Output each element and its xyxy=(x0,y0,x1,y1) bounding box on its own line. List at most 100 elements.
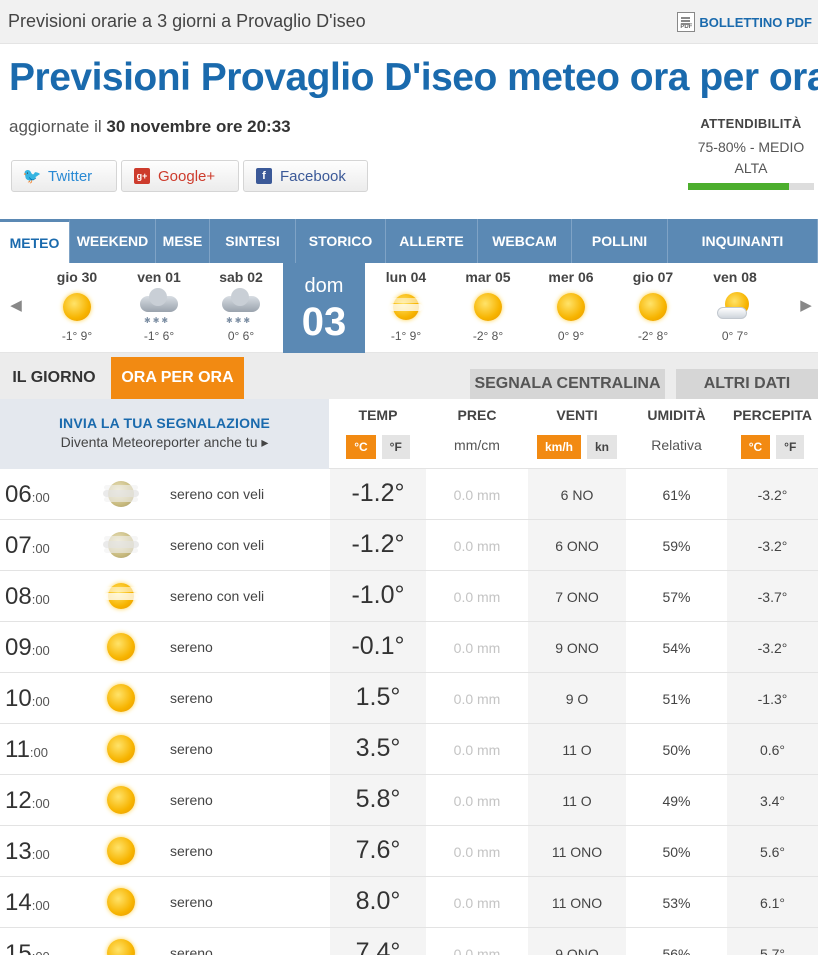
facebook-label: Facebook xyxy=(280,167,346,185)
humidity-column-header: UMIDITÀ Relativa xyxy=(627,399,726,469)
veiled-sun-icon xyxy=(389,294,423,320)
sun-icon xyxy=(107,786,135,814)
pdf-icon: PDF xyxy=(677,12,696,32)
facebook-share-button[interactable]: f Facebook xyxy=(243,160,368,192)
day-temps: 0° 6° xyxy=(227,329,255,343)
reliability-bar-fill xyxy=(688,183,789,190)
day-label: ven 01 xyxy=(137,269,181,285)
google-plus-label: Google+ xyxy=(158,167,216,185)
hour-minutes: :00 xyxy=(31,898,50,913)
condition-text: sereno xyxy=(170,639,213,655)
day-item[interactable]: gio 07 -2° 8° xyxy=(612,263,694,353)
tab-mese[interactable]: MESE xyxy=(156,219,210,263)
wind-value: 11 ONO xyxy=(551,895,603,911)
prev-days-arrow[interactable]: ◀ xyxy=(6,296,26,314)
hour-value: 14 xyxy=(5,889,32,916)
precipitation-value: 0.0 mm xyxy=(453,946,501,955)
precipitation-value: 0.0 mm xyxy=(453,487,501,503)
day-item[interactable]: mar 05 -2° 8° xyxy=(447,263,529,353)
temperature-value: -1.0° xyxy=(351,581,405,609)
facebook-icon: f xyxy=(256,168,272,184)
update-info: aggiornate il 30 novembre ore 20:33 xyxy=(9,117,291,137)
day-temps: -2° 8° xyxy=(637,329,669,343)
tab-sintesi[interactable]: SINTESI xyxy=(210,219,296,263)
day-label: mar 05 xyxy=(465,269,511,285)
temperature-value: 7.4° xyxy=(355,938,401,955)
more-data-button[interactable]: ALTRI DATI xyxy=(676,369,818,399)
day-temps: 0° 9° xyxy=(557,329,585,343)
perceived-unit-fahrenheit[interactable]: °F xyxy=(776,435,805,459)
tab-inquinanti[interactable]: INQUINANTI xyxy=(668,219,818,263)
hour-value: 08 xyxy=(5,583,32,610)
condition-text: sereno xyxy=(170,945,213,955)
wind-unit-knots[interactable]: kn xyxy=(587,435,618,459)
send-report-title: INVIA LA TUA SEGNALAZIONE xyxy=(58,415,271,431)
hour-minutes: :00 xyxy=(32,949,50,955)
google-plus-icon: g+ xyxy=(134,168,150,184)
wind-value: 9 O xyxy=(565,691,589,707)
wind-value: 6 ONO xyxy=(555,538,599,554)
day-label: gio 07 xyxy=(632,269,674,285)
next-days-arrow[interactable]: ▶ xyxy=(796,296,816,314)
report-station-button[interactable]: SEGNALA CENTRALINA xyxy=(470,369,665,399)
hour-value: 06 xyxy=(5,481,32,508)
tab-storico[interactable]: STORICO xyxy=(296,219,386,263)
reliability-panel: ATTENDIBILITÀ 75-80% - MEDIO ALTA xyxy=(688,116,814,190)
tab-meteo[interactable]: METEO xyxy=(0,219,70,263)
tab-weekend[interactable]: WEEKEND xyxy=(70,219,156,263)
twitter-share-button[interactable]: 🐦 Twitter xyxy=(11,160,117,192)
sun-icon xyxy=(107,888,135,916)
prec-column-unit: mm/cm xyxy=(454,437,500,453)
veiled-sun-icon xyxy=(104,583,138,609)
hour-value: 10 xyxy=(5,685,32,712)
hour-cell: 11:00 xyxy=(5,736,48,764)
top-bar: Previsioni orarie a 3 giorni a Provaglio… xyxy=(0,0,818,44)
sun-icon xyxy=(557,293,585,321)
condition-text: sereno xyxy=(170,792,213,808)
reliability-value: 75-80% - MEDIO ALTA xyxy=(688,137,814,179)
day-item[interactable]: mer 06 0° 9° xyxy=(530,263,612,353)
hour-minutes: :00 xyxy=(31,592,50,607)
hour-value: 13 xyxy=(5,838,32,865)
hour-value: 09 xyxy=(5,634,32,661)
humidity-value: 54% xyxy=(662,640,691,656)
wind-value: 9 ONO xyxy=(555,946,599,955)
day-item[interactable]: lun 04 -1° 9° xyxy=(365,263,447,353)
condition-text: sereno con veli xyxy=(170,486,265,502)
google-plus-share-button[interactable]: g+ Google+ xyxy=(121,160,239,192)
tab-allerte[interactable]: ALLERTE xyxy=(386,219,478,263)
hour-cell: 14:00 xyxy=(5,889,50,917)
condition-text: sereno xyxy=(170,690,213,706)
day-item[interactable]: ven 01 ✱✱✱ -1° 6° xyxy=(118,263,200,353)
day-label: lun 04 xyxy=(385,269,427,285)
temp-column-header: TEMP °C °F xyxy=(330,399,426,469)
perceived-temp-value: 3.4° xyxy=(759,793,786,809)
precipitation-value: 0.0 mm xyxy=(453,793,501,809)
table-row: 14:00 sereno 8.0° 0.0 mm 11 ONO 53% 6.1° xyxy=(0,877,818,928)
perceived-temp-value: -3.7° xyxy=(757,589,788,605)
update-prefix: aggiornate il xyxy=(9,117,102,136)
wind-unit-kmh[interactable]: km/h xyxy=(536,435,581,459)
tab-hourly[interactable]: ORA PER ORA xyxy=(111,357,244,399)
tab-day[interactable]: IL GIORNO xyxy=(0,357,108,399)
reliability-title: ATTENDIBILITÀ xyxy=(700,116,802,131)
temp-unit-fahrenheit[interactable]: °F xyxy=(381,435,410,459)
humidity-value: 53% xyxy=(662,895,691,911)
perceived-temp-value: -3.2° xyxy=(757,538,788,554)
precipitation-value: 0.0 mm xyxy=(453,640,501,656)
temp-unit-celsius[interactable]: °C xyxy=(346,435,376,459)
hour-cell: 08:00 xyxy=(5,583,50,611)
perceived-unit-celsius[interactable]: °C xyxy=(740,435,771,459)
condition-text: sereno xyxy=(170,843,213,859)
send-report-link[interactable]: INVIA LA TUA SEGNALAZIONE Diventa Meteor… xyxy=(0,399,329,469)
day-item[interactable]: sab 02 ✱✱✱ 0° 6° xyxy=(200,263,282,353)
tab-pollini[interactable]: POLLINI xyxy=(572,219,668,263)
selected-day[interactable]: dom 03 xyxy=(283,263,365,353)
pdf-bulletin-link[interactable]: PDF BOLLETTINO PDF xyxy=(677,12,812,32)
day-item[interactable]: gio 30 -1° 9° xyxy=(36,263,118,353)
sun-icon xyxy=(107,837,135,865)
sun-icon xyxy=(63,293,91,321)
day-item[interactable]: ven 08 0° 7° xyxy=(694,263,776,353)
tab-webcam[interactable]: WEBCAM xyxy=(478,219,572,263)
table-row: 07:00 sereno con veli -1.2° 0.0 mm 6 ONO 59% -… xyxy=(0,520,818,571)
